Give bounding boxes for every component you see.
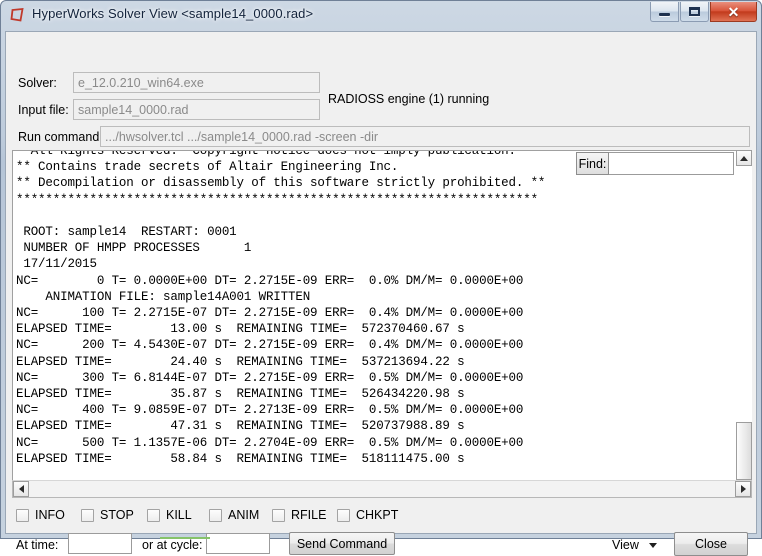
log-horizontal-scrollbar[interactable]	[12, 480, 752, 498]
chevron-left-icon	[18, 485, 24, 493]
run-command-label: Run command:	[18, 130, 103, 144]
view-menu-label: View	[612, 538, 639, 552]
at-cycle-label: or at cycle:	[142, 538, 203, 552]
checkbox-label-info: INFO	[35, 508, 65, 522]
vertical-scroll-thumb[interactable]	[736, 422, 752, 480]
scroll-left-button[interactable]	[13, 481, 29, 497]
run-command-field[interactable]: .../hwsolver.tcl .../sample14_0000.rad -…	[100, 126, 750, 147]
at-time-input[interactable]	[68, 533, 132, 554]
scroll-right-button[interactable]	[735, 481, 751, 497]
checkbox-label-kill: KILL	[166, 508, 192, 522]
input-file-field[interactable]: sample14_0000.rad	[73, 99, 320, 120]
view-menu-button[interactable]: View	[612, 537, 657, 553]
checkbox-label-rfile: RFILE	[291, 508, 327, 522]
minimize-icon	[659, 12, 670, 16]
title-bar[interactable]: HyperWorks Solver View <sample14_0000.ra…	[1, 1, 761, 29]
checkbox-box-rfile[interactable]	[272, 508, 285, 522]
checkbox-kill[interactable]: KILL	[147, 507, 192, 523]
close-button[interactable]: ✕	[710, 2, 757, 22]
checkbox-box-chkpt[interactable]	[337, 508, 350, 522]
checkbox-box-anim[interactable]	[209, 508, 222, 522]
checkbox-rfile[interactable]: RFILE	[272, 507, 326, 523]
solver-label: Solver:	[18, 76, 57, 90]
find-bar: Find:	[576, 152, 734, 175]
window-controls: ✕	[649, 2, 757, 22]
checkbox-label-chkpt: CHKPT	[356, 508, 399, 522]
close-icon: ✕	[727, 3, 740, 20]
checkbox-stop[interactable]: STOP	[81, 507, 134, 523]
log-vertical-scrollbar[interactable]	[736, 150, 752, 498]
solver-view-window: HyperWorks Solver View <sample14_0000.ra…	[0, 0, 762, 556]
maximize-button[interactable]	[680, 2, 709, 22]
window-title: HyperWorks Solver View <sample14_0000.ra…	[32, 6, 314, 21]
checkbox-box-stop[interactable]	[81, 508, 94, 522]
send-command-button[interactable]: Send Command	[289, 532, 395, 555]
chevron-down-icon	[648, 542, 657, 548]
log-output-area[interactable]: All Rights Reserved. Copyright notice do…	[12, 150, 752, 498]
scroll-up-button[interactable]	[736, 150, 752, 166]
log-output-text: All Rights Reserved. Copyright notice do…	[16, 150, 546, 466]
at-time-label: At time:	[16, 538, 59, 552]
input-file-label: Input file:	[18, 103, 69, 117]
find-input[interactable]	[609, 152, 734, 175]
checkbox-anim[interactable]: ANIM	[209, 507, 259, 523]
chevron-right-icon	[740, 485, 746, 493]
engine-status-text: RADIOSS engine (1) running	[328, 92, 490, 106]
checkbox-label-stop: STOP	[100, 508, 134, 522]
checkbox-box-kill[interactable]	[147, 508, 160, 522]
minimize-button[interactable]	[650, 2, 679, 22]
maximize-icon	[689, 7, 700, 16]
close-dialog-button[interactable]: Close	[674, 532, 748, 556]
at-cycle-input[interactable]	[206, 533, 270, 554]
find-button[interactable]: Find:	[576, 152, 609, 175]
checkbox-info[interactable]: INFO	[16, 507, 65, 523]
chevron-up-icon	[740, 155, 748, 161]
checkbox-box-info[interactable]	[16, 508, 29, 522]
client-area: Solver: e_12.0.210_win64.exe Input file:…	[5, 31, 757, 556]
altair-hyperworks-icon	[9, 7, 26, 24]
checkbox-label-anim: ANIM	[228, 508, 260, 522]
solver-field[interactable]: e_12.0.210_win64.exe	[73, 72, 320, 93]
checkbox-chkpt[interactable]: CHKPT	[337, 507, 398, 523]
